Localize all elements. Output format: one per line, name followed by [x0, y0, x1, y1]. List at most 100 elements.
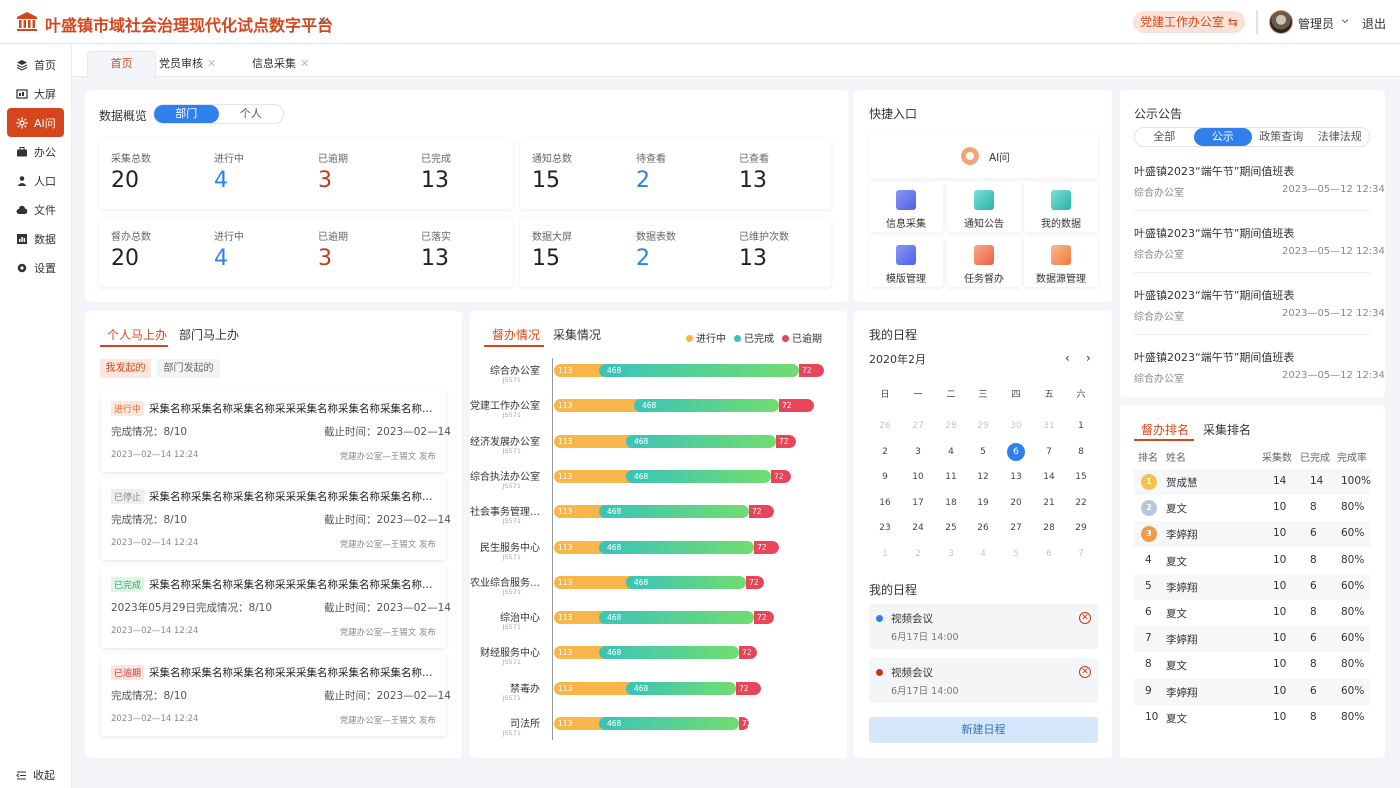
calendar-day[interactable]: 1 — [875, 549, 895, 559]
subtab-dept-initiated[interactable]: 部门发起的 — [157, 359, 220, 378]
chart-bar[interactable]: 11346872 — [554, 364, 824, 377]
calendar-day[interactable]: 7 — [1039, 447, 1059, 457]
calendar-day[interactable]: 2 — [908, 549, 928, 559]
calendar-day[interactable]: 13 — [1006, 472, 1026, 482]
sidebar-item-population[interactable]: 人口 — [7, 166, 64, 195]
department-switch-button[interactable]: 党建工作办公室 ⇆ — [1133, 11, 1245, 33]
toggle-personal[interactable]: 个人 — [219, 105, 284, 123]
chart-bar[interactable]: 11346872 — [554, 717, 749, 730]
notice-tabs[interactable]: 全部 公示 政策查询 法律法规 — [1134, 127, 1370, 147]
next-month-button[interactable]: › — [1086, 351, 1091, 365]
notice-item-title[interactable]: 叶盛镇2023“端午节”期间值班表 — [1134, 163, 1294, 179]
chart-bar[interactable]: 11346872 — [554, 681, 761, 695]
calendar-day[interactable]: 20 — [1006, 498, 1026, 508]
tab-member-review[interactable]: 党员审核 ✕ — [159, 52, 216, 78]
task-card[interactable]: 已完成 采集名称采集名称采集名称采采采集名称采集名称采集名称采集名称 2023年… — [101, 566, 451, 648]
calendar-day[interactable]: 12 — [973, 472, 993, 482]
calendar-day[interactable]: 31 — [1039, 421, 1059, 431]
admin-name[interactable]: 管理员 — [1298, 15, 1334, 32]
close-icon[interactable]: ✕ — [300, 57, 309, 70]
calendar-day[interactable]: 16 — [875, 498, 895, 508]
sidebar-item-settings[interactable]: 设置 — [7, 253, 64, 282]
quick-datasource[interactable]: 数据源管理 — [1024, 237, 1098, 287]
chevron-down-icon[interactable] — [318, 14, 330, 26]
schedule-item[interactable]: 视频会议 6月17日 14:00 ✕ — [869, 658, 1098, 703]
quick-notice[interactable]: 通知公告 — [947, 182, 1021, 232]
calendar-day[interactable]: 18 — [941, 498, 961, 508]
calendar-day[interactable]: 9 — [875, 472, 895, 482]
calendar-day[interactable]: 26 — [875, 421, 895, 431]
sidebar-item-screen[interactable]: 大屏 — [7, 79, 64, 108]
quick-my-data[interactable]: 我的数据 — [1024, 182, 1098, 232]
subtab-my-initiated[interactable]: 我发起的 — [100, 359, 151, 378]
tab-supervise[interactable]: 督办情况 — [492, 326, 540, 343]
calendar-day[interactable]: 14 — [1039, 472, 1059, 482]
calendar-day[interactable]: 3 — [941, 549, 961, 559]
calendar-day[interactable]: 30 — [1006, 421, 1026, 431]
schedule-item[interactable]: 视频会议 6月17日 14:00 ✕ — [869, 604, 1098, 649]
quick-info-collect[interactable]: 信息采集 — [869, 182, 943, 232]
logout-button[interactable]: 退出 — [1362, 15, 1386, 32]
calendar-day[interactable]: 27 — [908, 421, 928, 431]
notice-item-title[interactable]: 叶盛镇2023“端午节”期间值班表 — [1134, 225, 1294, 241]
tab-home[interactable]: 首页 — [87, 51, 156, 78]
new-schedule-button[interactable]: 新建日程 — [869, 717, 1098, 743]
chart-bar[interactable]: 11346872 — [554, 434, 796, 448]
calendar-day[interactable]: 28 — [1039, 523, 1059, 533]
close-icon[interactable]: ✕ — [1079, 666, 1091, 678]
calendar-day[interactable]: 11 — [941, 472, 961, 482]
calendar-day[interactable]: 29 — [973, 421, 993, 431]
chart-bar[interactable]: 11346872 — [554, 399, 814, 413]
overview-toggle[interactable]: 部门 个人 — [153, 104, 284, 124]
calendar-day[interactable]: 29 — [1071, 523, 1091, 533]
sidebar-item-data[interactable]: 数据 — [7, 224, 64, 253]
tab-info-collect[interactable]: 信息采集 ✕ — [252, 52, 309, 78]
quick-ai-button[interactable]: AI问 — [869, 134, 1098, 178]
collapse-button[interactable]: 收起 — [16, 767, 55, 783]
calendar-day[interactable]: 4 — [973, 549, 993, 559]
calendar-day[interactable]: 15 — [1071, 472, 1091, 482]
chart-bar[interactable]: 11346872 — [554, 540, 779, 554]
task-card[interactable]: 进行中 采集名称采集名称采集名称采采采集名称采集名称采集名称采集名称 完成情况：… — [101, 390, 451, 472]
notice-tab-all[interactable]: 全部 — [1135, 128, 1194, 146]
chart-bar[interactable]: 11346872 — [554, 646, 757, 660]
notice-tab-law[interactable]: 法律法规 — [1311, 128, 1370, 146]
sidebar-item-office[interactable]: 办公 — [7, 137, 64, 166]
calendar-day[interactable]: 5 — [973, 447, 993, 457]
calendar-day[interactable]: 19 — [973, 498, 993, 508]
calendar-day[interactable]: 7 — [1071, 549, 1091, 559]
prev-month-button[interactable]: ‹ — [1065, 351, 1070, 365]
calendar-day[interactable]: 22 — [1071, 498, 1091, 508]
calendar-day[interactable]: 2 — [875, 447, 895, 457]
toggle-department[interactable]: 部门 — [154, 105, 219, 123]
quick-template[interactable]: 模版管理 — [869, 237, 943, 287]
close-icon[interactable]: ✕ — [1079, 612, 1091, 624]
sidebar-item-files[interactable]: 文件 — [7, 195, 64, 224]
tab-department-tasks[interactable]: 部门马上办 — [179, 326, 239, 343]
notice-item-title[interactable]: 叶盛镇2023“端午节”期间值班表 — [1134, 287, 1294, 303]
calendar-day[interactable]: 6 — [1007, 442, 1025, 461]
chart-bar[interactable]: 11346872 — [554, 469, 791, 483]
calendar-day[interactable]: 5 — [1006, 549, 1026, 559]
calendar-day[interactable]: 26 — [973, 523, 993, 533]
calendar-day[interactable]: 17 — [908, 498, 928, 508]
notice-tab-publicity[interactable]: 公示 — [1193, 128, 1252, 146]
calendar-day[interactable]: 4 — [941, 447, 961, 457]
calendar-day[interactable]: 28 — [941, 421, 961, 431]
tab-collect-ranking[interactable]: 采集排名 — [1203, 421, 1251, 438]
calendar-day[interactable]: 10 — [908, 472, 928, 482]
sidebar-item-home[interactable]: 首页 — [7, 50, 64, 79]
task-card[interactable]: 已逾期 采集名称采集名称采集名称采采采集名称采集名称采集名称采集名称 完成情况：… — [101, 654, 451, 736]
calendar-day[interactable]: 6 — [1039, 549, 1059, 559]
chart-bar[interactable]: 11346872 — [554, 575, 764, 589]
calendar-day[interactable]: 25 — [941, 523, 961, 533]
calendar-day[interactable]: 23 — [875, 523, 895, 533]
tab-collect[interactable]: 采集情况 — [553, 326, 601, 343]
chevron-down-icon[interactable] — [1341, 17, 1349, 25]
close-icon[interactable]: ✕ — [207, 57, 216, 70]
calendar-day[interactable]: 8 — [1071, 447, 1091, 457]
tab-personal-tasks[interactable]: 个人马上办 — [107, 326, 167, 343]
sidebar-item-ai[interactable]: AI问 — [7, 108, 64, 137]
chart-bar[interactable]: 11346872 — [554, 611, 774, 625]
calendar-day[interactable]: 1 — [1071, 421, 1091, 431]
